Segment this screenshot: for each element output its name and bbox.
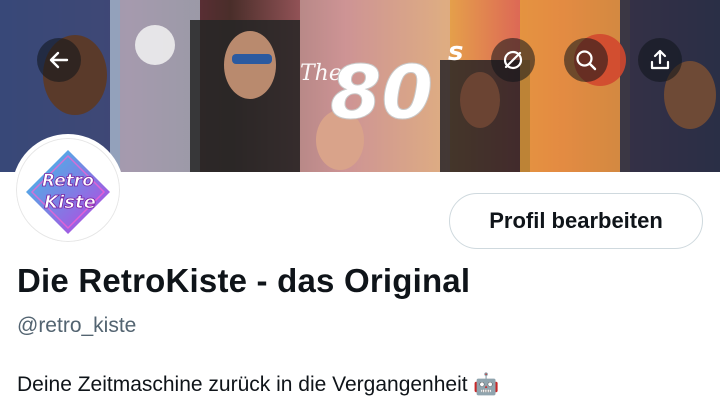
svg-text:80: 80: [330, 50, 433, 136]
profile-bio: Deine Zeitmaschine zurück in die Vergang…: [17, 373, 500, 396]
svg-text:s: s: [448, 37, 463, 67]
share-icon: [650, 49, 670, 70]
back-button[interactable]: [37, 38, 81, 82]
search-button[interactable]: [564, 38, 608, 82]
back-arrow-icon: [49, 51, 69, 69]
avatar-text-line1: Retro: [42, 171, 94, 191]
search-icon: [576, 50, 597, 71]
retro-kiste-logo-icon: Retro Kiste: [26, 150, 110, 234]
profile-handle: @retro_kiste: [17, 314, 137, 337]
avatar-logo: Retro Kiste: [16, 138, 120, 242]
profile-page: The 80 s Retro Kiste Profil bearbeiten D…: [0, 0, 720, 405]
edit-profile-button[interactable]: Profil bearbeiten: [449, 193, 703, 249]
profile-display-name: Die RetroKiste - das Original: [17, 262, 471, 299]
sync-icon: [503, 50, 523, 70]
sync-button[interactable]: [491, 38, 535, 82]
avatar-text-line2: Kiste: [44, 192, 96, 213]
profile-avatar[interactable]: Retro Kiste: [12, 134, 124, 246]
share-button[interactable]: [638, 38, 682, 82]
